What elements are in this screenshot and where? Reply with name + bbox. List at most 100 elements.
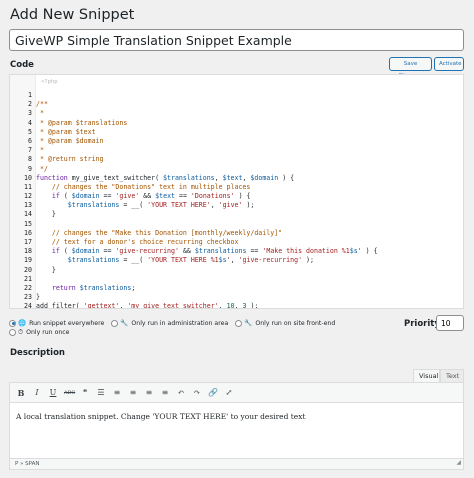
code-text: function my_give_text_switcher( $transla…	[36, 173, 295, 182]
italic-icon[interactable]: I	[32, 388, 42, 398]
scope-radio[interactable]	[9, 319, 16, 327]
description-editor[interactable]: B I U ABC ❝ ☰ ≡ ≡ ≡ ≡ ↶ ↷ 🔗 ⤢ A local translation sni…	[9, 382, 464, 470]
line-number: 16	[24, 228, 32, 237]
code-text: * @return string	[36, 155, 104, 164]
code-line: 15	[10, 220, 463, 229]
line-number: 22	[24, 283, 32, 292]
line-number: 11	[24, 182, 32, 191]
redo-icon[interactable]: ↷	[192, 388, 202, 398]
line-number: 17	[24, 238, 32, 246]
save-changes-button[interactable]: Save Changes	[389, 57, 432, 79]
numbered-list-icon[interactable]: ≡	[112, 388, 122, 398]
line-number: 1	[28, 91, 32, 99]
line-number: 8	[28, 155, 32, 164]
align-right-icon[interactable]: ≡	[160, 388, 170, 398]
code-line: 22 return $translations;	[10, 284, 463, 293]
link-icon[interactable]: 🔗	[208, 388, 218, 398]
scope-radio[interactable]	[9, 329, 16, 336]
line-number: 2	[28, 100, 32, 109]
blockquote-icon[interactable]: ❝	[80, 388, 90, 398]
line-number: 9	[28, 164, 32, 173]
code-lines: 1 2/** 3 * 4 * @param $translations 5 * @par…	[10, 91, 463, 308]
align-left-icon[interactable]: ≡	[128, 388, 138, 398]
line-number: 18	[24, 247, 32, 256]
code-line: 13 $translations = __( 'YOUR TEXT HERE',…	[10, 201, 463, 210]
scope-option-label: Only run on site front-end	[255, 319, 336, 327]
fullscreen-icon[interactable]: ⤢	[224, 388, 234, 398]
scope-option[interactable]: 🔧 Only run on site front-end	[235, 319, 335, 327]
line-number: 14	[24, 210, 32, 219]
strikethrough-icon[interactable]: ABC	[64, 388, 75, 398]
snippet-name-input[interactable]	[9, 29, 464, 51]
line-number: 10	[24, 173, 32, 182]
code-editor[interactable]: <?php 1 2/** 3 * 4 * @param $translations 5 …	[9, 74, 464, 309]
code-text: $translations = __( 'YOUR TEXT HERE', 'g…	[67, 201, 255, 210]
scope-option[interactable]: ⏱ Only run once	[9, 328, 70, 337]
line-number: 7	[28, 146, 32, 155]
code-text: $translations = __( 'YOUR TEXT HERE %1$s…	[67, 256, 314, 265]
code-text: * @param $domain	[36, 136, 104, 145]
scope-radio[interactable]	[235, 319, 243, 327]
code-text: * @param $text	[36, 127, 96, 136]
code-text: // changes the "Make this Donation [mont…	[36, 228, 283, 237]
line-number: 13	[24, 201, 32, 210]
globe-icon: 🌐	[18, 319, 27, 327]
code-placeholder: <?php	[41, 79, 58, 85]
code-line: 2 /**	[10, 100, 463, 109]
wrench-icon: 🔧	[244, 319, 253, 327]
code-line: 3 *	[10, 109, 463, 118]
description-heading: Description	[10, 348, 65, 358]
scope-option[interactable]: 🌐 Run snippet everywhere	[9, 319, 104, 327]
align-center-icon[interactable]: ≡	[144, 388, 154, 398]
code-line: 11 // changes the "Donations" text in mu…	[10, 183, 463, 192]
code-text: *	[36, 109, 44, 118]
editor-statusbar: P » SPAN ◢	[10, 458, 463, 469]
code-text: return $translations;	[51, 283, 136, 292]
code-line: 6 * @param $domain	[10, 137, 463, 146]
element-path: P » SPAN	[15, 461, 40, 467]
code-line: 23}	[10, 293, 463, 302]
scope-radio[interactable]	[111, 319, 119, 327]
bullet-list-icon[interactable]: ☰	[96, 388, 106, 398]
scope-option-label: Only run in administration area	[131, 319, 229, 327]
page-title: Add New Snippet	[10, 7, 135, 23]
code-line: 18 if ( $domain == 'give-recurring' && $…	[10, 247, 463, 256]
line-number: 3	[28, 109, 32, 118]
line-number: 23	[24, 293, 32, 302]
code-text: }	[36, 265, 56, 274]
priority-input[interactable]	[436, 315, 464, 331]
resize-handle-icon[interactable]: ◢	[456, 458, 461, 468]
line-number: 4	[28, 118, 32, 127]
bold-icon[interactable]: B	[16, 388, 26, 398]
code-text: *	[36, 146, 44, 155]
line-number: 21	[24, 274, 32, 283]
wrench-icon: 🔧	[120, 319, 129, 327]
line-number: 15	[24, 219, 32, 228]
priority-label: Priority	[404, 319, 440, 329]
code-text: if ( $domain == 'give-recurring' && $tra…	[51, 247, 378, 256]
undo-icon[interactable]: ↶	[176, 388, 186, 398]
code-text: }	[36, 210, 56, 219]
line-number: 19	[24, 256, 32, 265]
code-line: 8 * @return string	[10, 155, 463, 164]
code-line: 7 *	[10, 146, 463, 155]
scope-option[interactable]: 🔧 Only run in administration area	[111, 319, 228, 327]
code-line: 4 * @param $translations	[10, 119, 463, 128]
code-line: 1	[10, 91, 463, 100]
tab-text[interactable]: Text	[440, 369, 464, 382]
code-text: }	[36, 293, 40, 302]
description-content[interactable]: A local translation snippet. Change 'YOU…	[16, 412, 305, 421]
tab-visual[interactable]: Visual	[413, 369, 440, 382]
code-line: 9 */	[10, 165, 463, 174]
scope-option-label: Run snippet everywhere	[29, 319, 105, 327]
code-text: */	[36, 164, 48, 173]
activate-button[interactable]: Activate	[434, 57, 464, 71]
code-text: if ( $domain == 'give' && $text == 'Dona…	[51, 192, 251, 201]
underline-icon[interactable]: U	[48, 388, 58, 398]
code-line: 16 // changes the "Make this Donation [m…	[10, 229, 463, 238]
code-line: 14 }	[10, 210, 463, 219]
code-text: // changes the "Donations" text in multi…	[36, 182, 251, 191]
code-line: 19 $translations = __( 'YOUR TEXT HERE %…	[10, 256, 463, 265]
code-line: 21	[10, 275, 463, 284]
line-number: 6	[28, 136, 32, 145]
